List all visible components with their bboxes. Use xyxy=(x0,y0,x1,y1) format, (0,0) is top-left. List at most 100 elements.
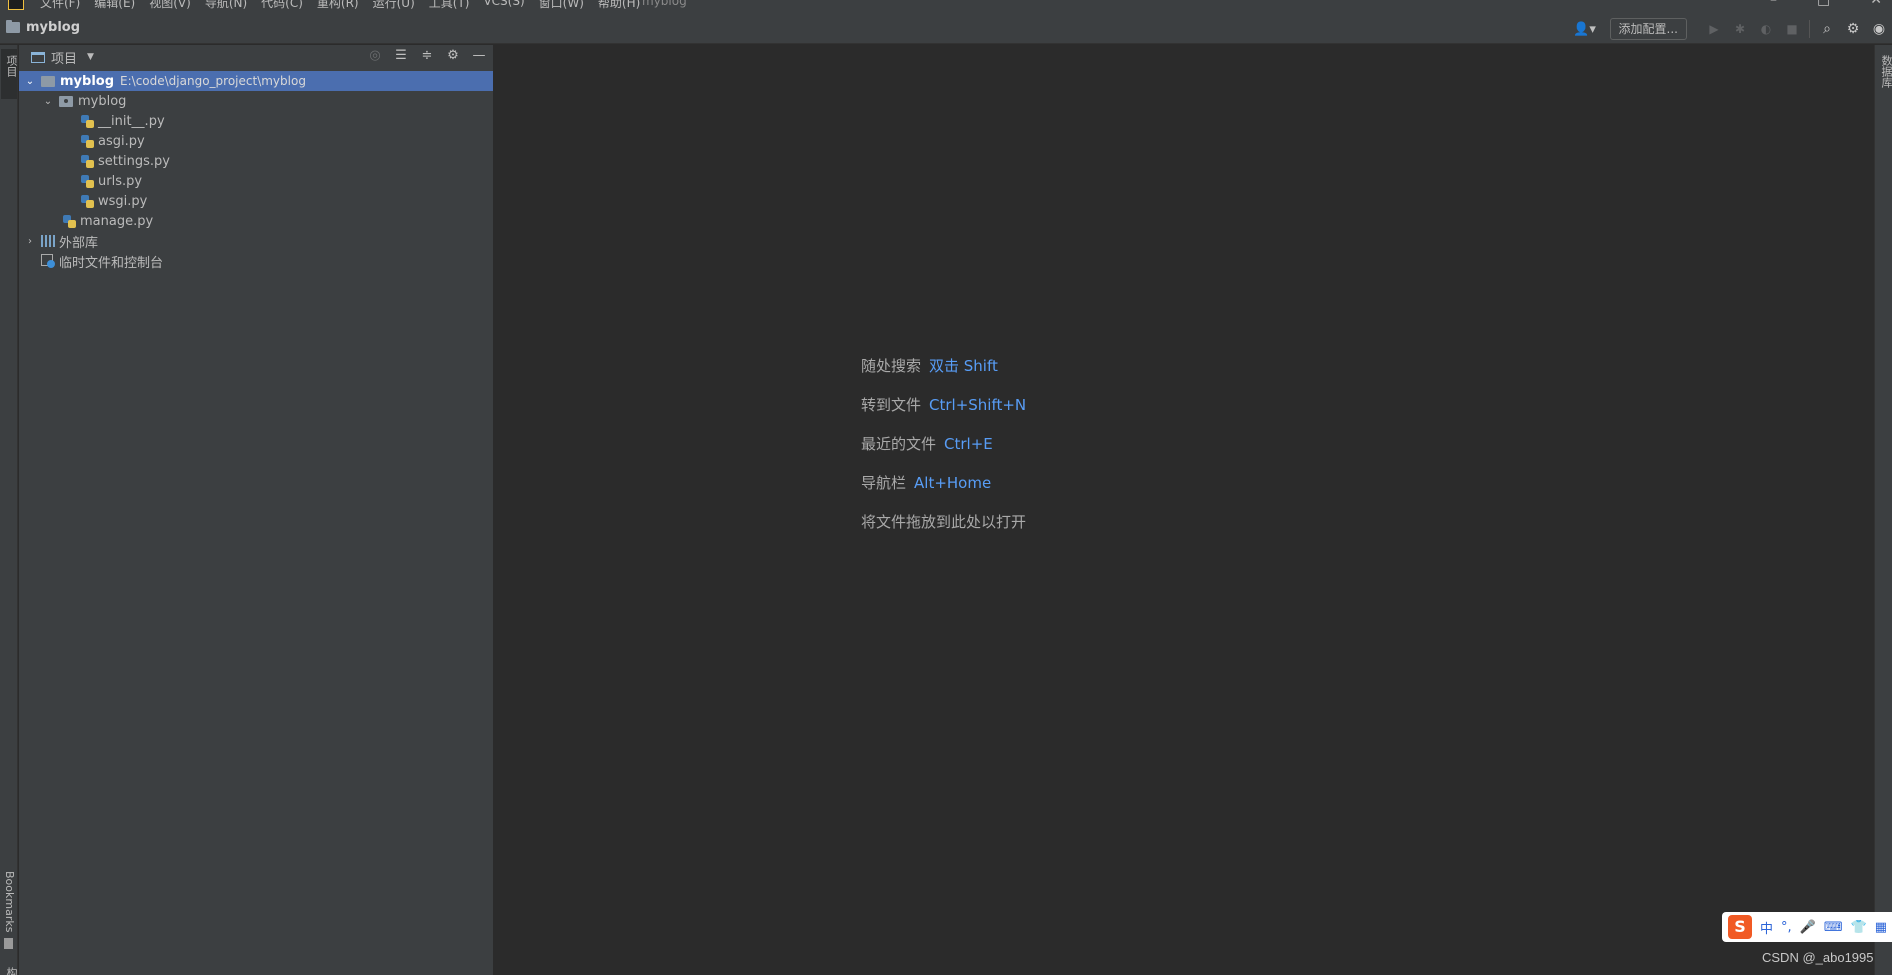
hint-shortcut[interactable]: Alt+Home xyxy=(914,474,991,492)
hint-label: 最近的文件 xyxy=(861,435,937,453)
run-toolbar: 👤▾ 添加配置... ▶ ✱ ◐ ■ ⌕ ⚙ ◉ xyxy=(1570,17,1892,41)
file-name: __init__.py xyxy=(98,113,165,129)
panel-tools: ◎ ☰ ≑ ⚙ — xyxy=(367,48,487,63)
python-file-icon xyxy=(63,214,76,228)
sogou-logo-icon[interactable]: S xyxy=(1728,915,1752,939)
search-icon[interactable]: ⌕ xyxy=(1814,21,1840,37)
menu-bar: 文件(F) 编辑(E) 视图(V) 导航(N) 代码(C) 重构(R) 运行(U… xyxy=(0,0,1892,14)
file-name: settings.py xyxy=(98,153,170,169)
debug-icon[interactable]: ✱ xyxy=(1727,22,1753,36)
expand-all-icon[interactable]: ☰ xyxy=(393,48,409,63)
editor-area[interactable]: 随处搜索 双击 Shift 转到文件 Ctrl+Shift+N 最近的文件 Ctrl+… xyxy=(495,45,1874,975)
menu-vcs[interactable]: VCS(S) xyxy=(483,0,524,11)
coverage-icon[interactable]: ◐ xyxy=(1753,22,1779,36)
scratches-label: 临时文件和控制台 xyxy=(59,255,164,271)
project-tool-tab[interactable]: 项目 xyxy=(1,49,18,99)
microphone-icon[interactable]: 🎤 xyxy=(1800,920,1816,935)
tree-item-package[interactable]: ⌄ myblog xyxy=(19,91,493,111)
bookmarks-tool-tab[interactable]: Bookmarks xyxy=(3,871,16,932)
menu-window[interactable]: 窗口(W) xyxy=(539,0,584,11)
project-panel-title[interactable]: 项目 xyxy=(51,48,77,67)
run-icon[interactable]: ▶ xyxy=(1701,22,1727,36)
collapse-all-icon[interactable]: ≑ xyxy=(419,48,435,63)
right-tool-stripe: 数据库 xyxy=(1874,45,1892,975)
menu-edit[interactable]: 编辑(E) xyxy=(94,0,135,11)
hint-shortcut[interactable]: 双击 Shift xyxy=(929,357,998,375)
menu-help[interactable]: 帮助(H) xyxy=(598,0,640,11)
tree-item-file[interactable]: settings.py xyxy=(19,151,493,171)
stop-icon[interactable]: ■ xyxy=(1779,22,1805,36)
hide-panel-icon[interactable]: — xyxy=(471,48,487,63)
chevron-right-icon[interactable]: › xyxy=(23,236,37,247)
tree-item-scratches[interactable]: 临时文件和控制台 xyxy=(19,251,493,271)
chevron-down-icon[interactable]: ⌄ xyxy=(23,76,37,87)
python-file-icon xyxy=(81,174,94,188)
file-name: manage.py xyxy=(80,213,154,229)
gear-icon[interactable]: ⚙ xyxy=(1840,21,1866,37)
python-file-icon xyxy=(81,154,94,168)
welcome-hints: 随处搜索 双击 Shift 转到文件 Ctrl+Shift+N 最近的文件 Ctrl+… xyxy=(861,355,1026,550)
maximize-icon[interactable]: □ xyxy=(1817,0,1830,8)
hint-go-to-file: 转到文件 Ctrl+Shift+N xyxy=(861,394,1026,433)
hint-label: 转到文件 xyxy=(861,396,922,414)
project-tree: ⌄ myblog E:\code\django_project\myblog ⌄… xyxy=(19,71,493,271)
menu-refactor[interactable]: 重构(R) xyxy=(317,0,359,11)
minimize-icon[interactable]: – xyxy=(1770,0,1777,8)
project-tool-tab-label: 项目 xyxy=(5,55,18,77)
close-icon[interactable]: ✕ xyxy=(1870,0,1882,8)
left-tool-stripe: 项目 Bookmarks 结构 xyxy=(0,45,34,975)
project-panel-header: 项目 ▼ ◎ ☰ ≑ ⚙ — xyxy=(19,45,493,69)
project-panel: 项目 ▼ ◎ ☰ ≑ ⚙ — ⌄ myblog E:\code\django_p… xyxy=(19,45,494,975)
hint-navigation-bar: 导航栏 Alt+Home xyxy=(861,472,1026,511)
file-name: asgi.py xyxy=(98,133,145,149)
gear-icon[interactable]: ⚙ xyxy=(445,48,461,63)
breadcrumb-project[interactable]: myblog xyxy=(26,20,80,35)
menu-file[interactable]: 文件(F) xyxy=(40,0,80,11)
chevron-down-icon[interactable]: ▼ xyxy=(87,52,94,62)
tree-item-file[interactable]: __init__.py xyxy=(19,111,493,131)
toolbox-icon[interactable]: ▦ xyxy=(1875,920,1887,935)
keyboard-icon[interactable]: ⌨ xyxy=(1824,920,1843,935)
breadcrumb[interactable]: myblog xyxy=(6,20,80,35)
folder-icon xyxy=(41,75,55,87)
tree-item-file[interactable]: wsgi.py xyxy=(19,191,493,211)
window-title: myblog xyxy=(642,0,687,8)
chevron-down-icon[interactable]: ⌄ xyxy=(41,96,55,107)
tree-item-file[interactable]: manage.py xyxy=(19,211,493,231)
hint-search-everywhere: 随处搜索 双击 Shift xyxy=(861,355,1026,394)
ime-mode[interactable]: 中 xyxy=(1760,918,1773,937)
file-name: wsgi.py xyxy=(98,193,148,209)
tree-item-external-libraries[interactable]: › 外部库 xyxy=(19,231,493,251)
menu-code[interactable]: 代码(C) xyxy=(261,0,303,11)
punctuation-icon[interactable]: °, xyxy=(1781,920,1792,935)
bookmark-icon xyxy=(4,938,13,949)
python-file-icon xyxy=(81,194,94,208)
user-account-icon[interactable]: 👤▾ xyxy=(1570,22,1600,37)
menu-view[interactable]: 视图(V) xyxy=(149,0,191,11)
python-file-icon xyxy=(81,134,94,148)
menu-tools[interactable]: 工具(T) xyxy=(429,0,470,11)
tree-item-file[interactable]: urls.py xyxy=(19,171,493,191)
python-file-icon xyxy=(81,114,94,128)
package-name: myblog xyxy=(78,93,127,109)
root-folder-name: myblog xyxy=(60,73,115,89)
tree-item-file[interactable]: asgi.py xyxy=(19,131,493,151)
hint-recent-files: 最近的文件 Ctrl+E xyxy=(861,433,1026,472)
skin-icon[interactable]: 👕 xyxy=(1851,920,1867,935)
database-tool-tab[interactable]: 数据库 xyxy=(1878,55,1892,88)
select-opened-file-icon[interactable]: ◎ xyxy=(367,48,383,63)
external-libraries-label: 外部库 xyxy=(59,235,99,251)
menu-navigate[interactable]: 导航(N) xyxy=(205,0,247,11)
hint-shortcut[interactable]: Ctrl+Shift+N xyxy=(929,396,1026,414)
package-folder-icon xyxy=(59,95,73,107)
menu-items: 文件(F) 编辑(E) 视图(V) 导航(N) 代码(C) 重构(R) 运行(U… xyxy=(40,0,640,11)
file-name: urls.py xyxy=(98,173,143,189)
app-logo-icon xyxy=(8,0,24,10)
tree-item-root[interactable]: ⌄ myblog E:\code\django_project\myblog xyxy=(19,71,493,91)
scratch-console-icon xyxy=(41,254,55,268)
add-configuration-button[interactable]: 添加配置... xyxy=(1609,18,1687,40)
navigation-bar: myblog 👤▾ 添加配置... ▶ ✱ ◐ ■ ⌕ ⚙ ◉ xyxy=(0,14,1892,44)
menu-run[interactable]: 运行(U) xyxy=(373,0,415,11)
hint-shortcut[interactable]: Ctrl+E xyxy=(944,435,993,453)
ide-update-icon[interactable]: ◉ xyxy=(1866,21,1892,37)
